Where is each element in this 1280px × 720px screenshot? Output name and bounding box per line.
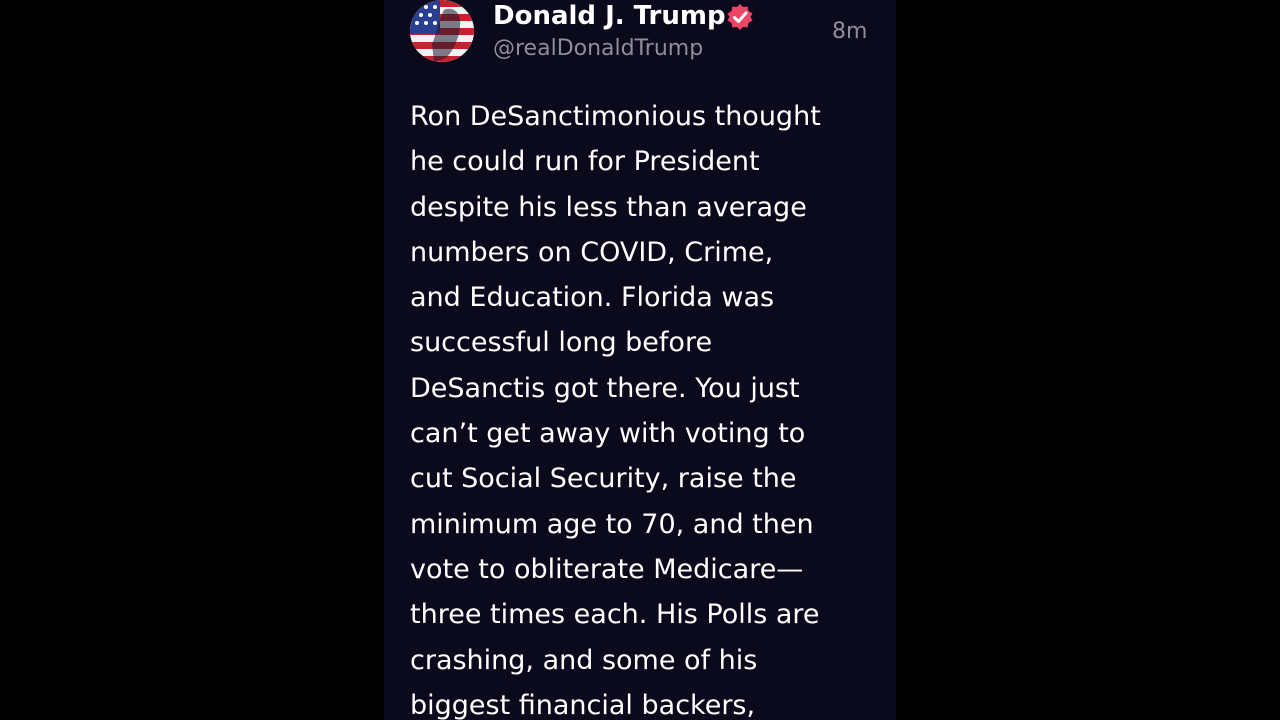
- post-body-line: DeSanctis got there. You just: [410, 372, 800, 404]
- post-body-line: cut Social Security, raise the: [410, 463, 797, 495]
- post-body-line: Ron DeSanctimonious thought: [410, 101, 821, 132]
- verified-badge-icon: [727, 4, 753, 30]
- author-avatar[interactable]: [410, 0, 474, 62]
- author-display-name[interactable]: Donald J. Trump: [493, 0, 726, 32]
- post-body-line: biggest financial backers,: [410, 689, 756, 720]
- post-timestamp[interactable]: 8m: [832, 17, 867, 47]
- post-body-line: crashing, and some of his: [410, 644, 758, 676]
- screen: Donald J. Trump @realDonaldTrump 8m Ron …: [0, 0, 1280, 720]
- post-body-line: and Education. Florida was: [410, 282, 775, 314]
- post-body-line: can’t get away with voting to: [410, 418, 806, 450]
- post-body-line: three times each. His Polls are: [410, 599, 820, 631]
- post-body-line: he could run for President: [410, 146, 760, 178]
- flag-portrait-icon: [410, 0, 474, 62]
- post-body-line: despite his less than average: [410, 191, 807, 223]
- post-body-line: minimum age to 70, and then: [410, 508, 814, 540]
- post-body-line: successful long before: [410, 327, 713, 359]
- post-body-line: numbers on COVID, Crime,: [410, 236, 774, 268]
- post-body-line: vote to obliterate Medicare—: [410, 553, 804, 585]
- post-body: Ron DeSanctimonious thought he could run…: [410, 94, 890, 720]
- author-handle[interactable]: @realDonaldTrump: [493, 34, 703, 64]
